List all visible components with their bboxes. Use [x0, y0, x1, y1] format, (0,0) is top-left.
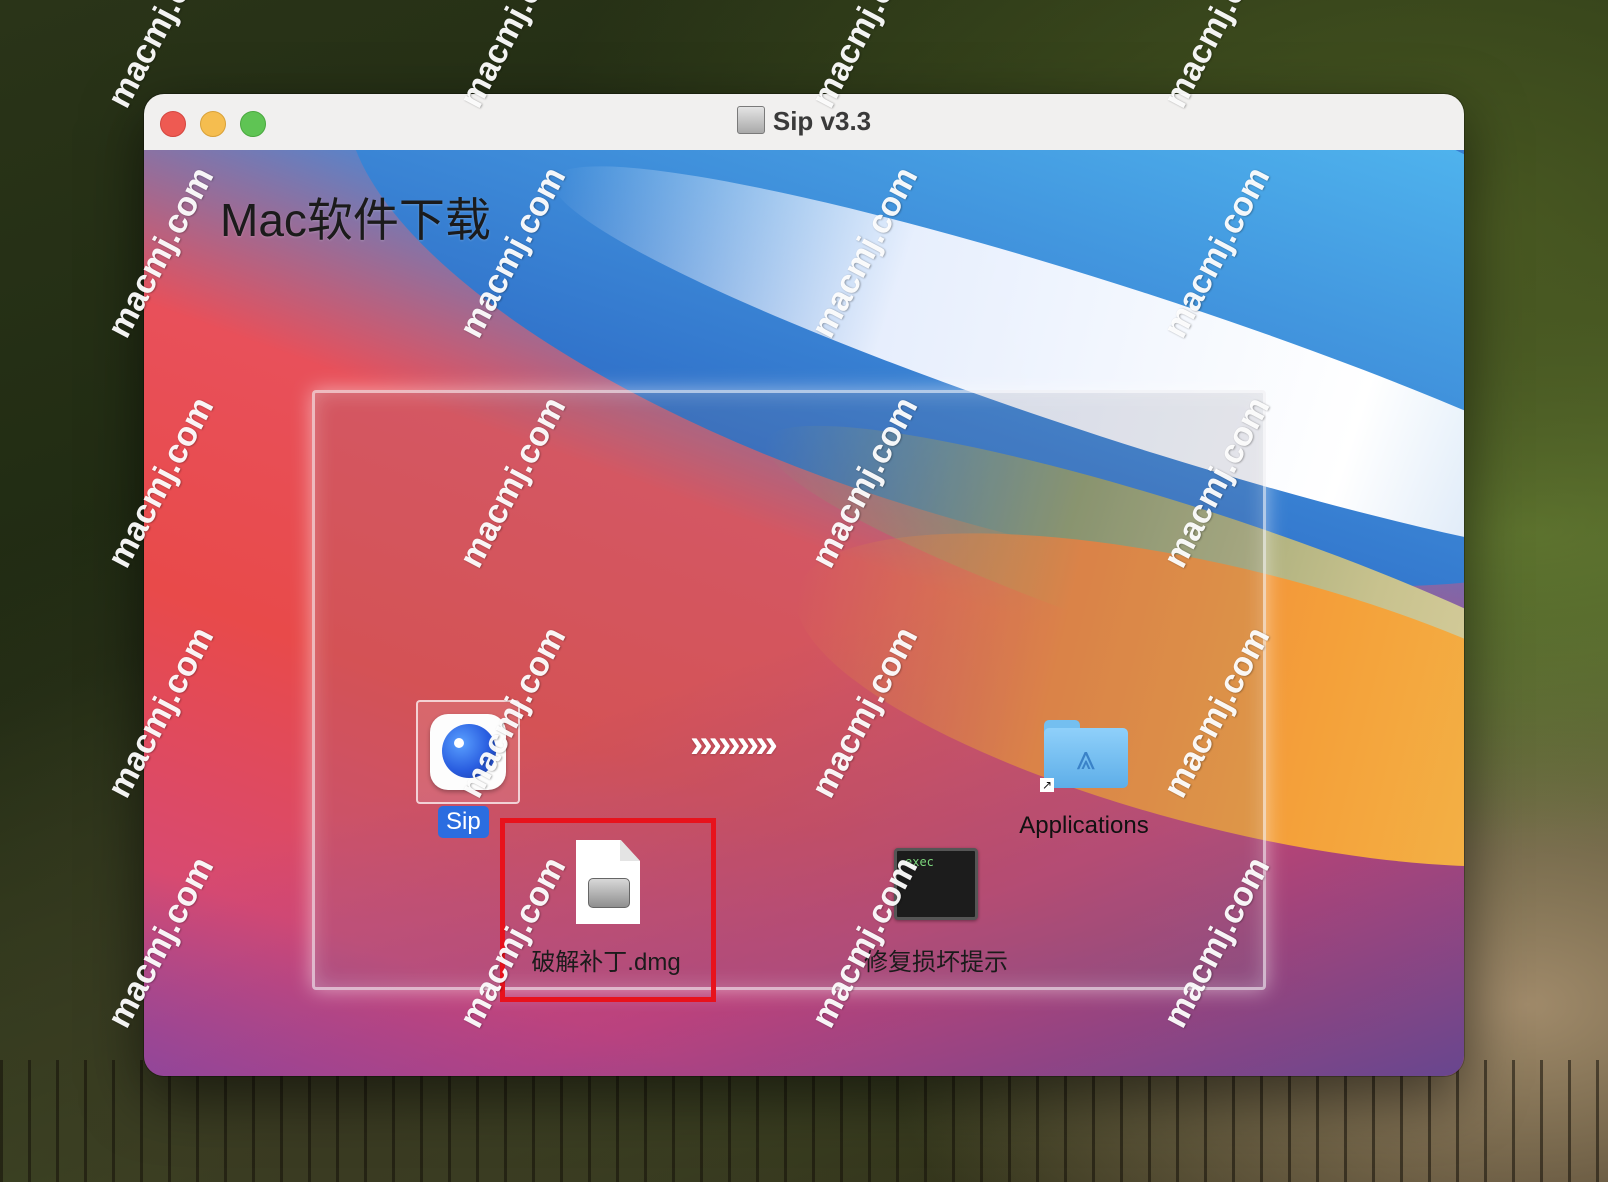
- applications-folder-icon[interactable]: ⩓ ↗: [1040, 720, 1128, 792]
- sip-eyedropper-ball: [442, 724, 496, 778]
- sip-app-icon[interactable]: [430, 714, 506, 790]
- patch-dmg-label[interactable]: 破解补丁.dmg: [516, 942, 696, 977]
- exec-icon-text: exec: [905, 855, 934, 869]
- repair-label[interactable]: 修复损坏提示: [848, 942, 1024, 977]
- alias-arrow-icon: ↗: [1040, 778, 1054, 792]
- install-drop-area: [312, 390, 1266, 990]
- applications-label[interactable]: Applications: [1004, 812, 1164, 840]
- dmg-disk-image-icon[interactable]: [576, 840, 640, 924]
- folder-body: ⩓: [1044, 728, 1128, 788]
- finder-window: Sip v3.3 Mac软件下载 Sip ››››››››› ⩓ ↗ Appli…: [144, 94, 1464, 1076]
- installer-content: Mac软件下载 Sip ››››››››› ⩓ ↗ Applications 破…: [144, 150, 1464, 1076]
- exec-terminal-icon[interactable]: exec: [894, 848, 978, 920]
- sip-app-item[interactable]: [416, 700, 520, 804]
- installer-heading: Mac软件下载: [220, 194, 491, 246]
- title-bar: Sip v3.3: [144, 94, 1464, 151]
- window-title: Sip v3.3: [144, 106, 1464, 137]
- disk-image-icon: [736, 106, 765, 134]
- hard-disk-glyph: [588, 878, 630, 908]
- desktop-vineyard: [0, 1060, 1608, 1182]
- window-title-text: Sip v3.3: [772, 106, 872, 136]
- drag-arrows: ›››››››››: [690, 722, 778, 766]
- sip-app-label[interactable]: Sip: [438, 806, 489, 838]
